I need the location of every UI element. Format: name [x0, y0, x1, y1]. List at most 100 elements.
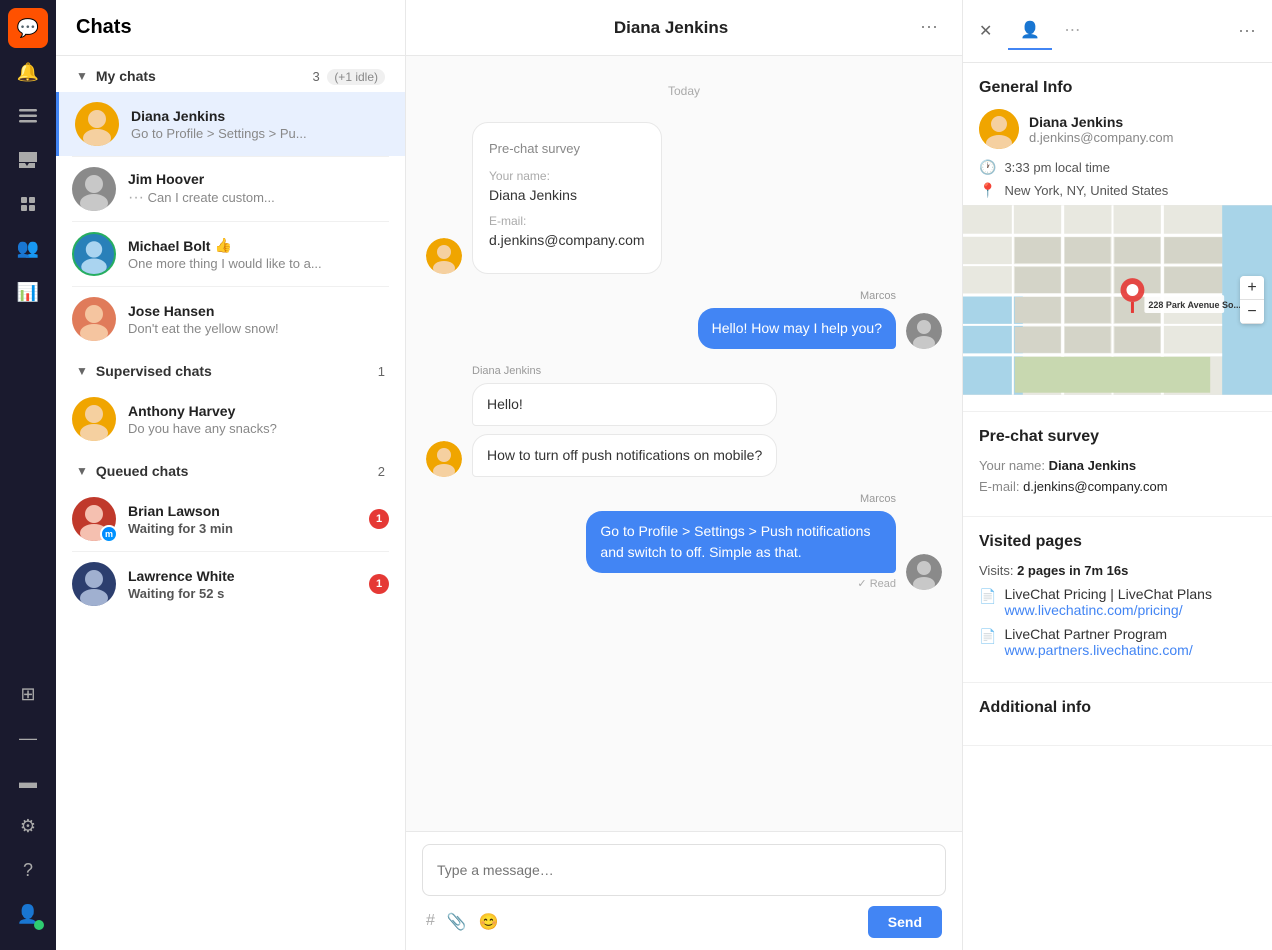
message-input-box — [422, 844, 946, 896]
emoji-icon[interactable]: 😊 — [479, 912, 499, 932]
rp-tab-more[interactable]: ⋯ — [1052, 12, 1092, 50]
chat-preview-diana: Go to Profile > Settings > Pu... — [131, 126, 389, 141]
avatar-brian-wrap: m — [72, 497, 116, 541]
survey-name-row: Your name: Diana Jenkins — [979, 458, 1256, 473]
msg-content-survey: Pre-chat survey Your name: Diana Jenkins… — [472, 122, 662, 274]
chat-name-jose: Jose Hansen — [128, 303, 389, 319]
additional-info-section: Additional info — [963, 683, 1272, 746]
input-icons: # 📎 😊 — [426, 912, 499, 932]
rp-user-info: Diana Jenkins d.jenkins@company.com — [1029, 114, 1173, 145]
nav-chats[interactable]: 💬 — [8, 8, 48, 48]
message-input[interactable] — [437, 862, 931, 878]
queued-chats-count: 2 — [378, 464, 385, 479]
msg-sender-marcos-1: Marcos — [698, 290, 896, 302]
msg-avatar-marcos-2 — [906, 554, 942, 590]
input-toolbar: # 📎 😊 Send — [422, 906, 946, 938]
read-receipt: ✓ Read — [586, 577, 896, 590]
chat-item-diana[interactable]: Diana Jenkins Go to Profile > Settings >… — [56, 92, 405, 156]
right-panel-close[interactable]: ✕ — [979, 21, 992, 41]
map-placeholder[interactable]: 228 Park Avenue So... + − — [963, 205, 1272, 395]
bubble-agent-1: Hello! How may I help you? — [698, 308, 896, 349]
chat-header-actions: ⋯ — [916, 13, 942, 42]
clock-icon: 🕐 — [979, 159, 996, 176]
general-info-title: General Info — [979, 79, 1256, 97]
chat-info-jose: Jose Hansen Don't eat the yellow snow! — [128, 303, 389, 336]
visited-page-2: 📄 LiveChat Partner Program www.partners.… — [979, 626, 1256, 658]
chat-header: Diana Jenkins ⋯ — [406, 0, 962, 56]
queued-chats-chevron: ▼ — [76, 464, 88, 478]
queued-chats-label: Queued chats — [96, 463, 370, 479]
chat-info-michael: Michael Bolt 👍 One more thing I would li… — [128, 237, 389, 271]
chat-info-anthony: Anthony Harvey Do you have any snacks? — [128, 403, 389, 436]
page-icon-1: 📄 — [979, 588, 996, 605]
map-zoom-controls: + − — [1240, 276, 1264, 324]
avatar-lawrence — [72, 562, 116, 606]
msg-avatar-diana-survey — [426, 238, 462, 274]
chat-preview-jim: ··· Can I create custom... — [128, 189, 389, 207]
msg-agent-1: Marcos Hello! How may I help you? — [426, 290, 942, 349]
nav-card[interactable]: ▬ — [8, 762, 48, 802]
chat-name-anthony: Anthony Harvey — [128, 403, 389, 419]
icon-bar: 💬 🔔 👥 📊 ⊞ — ▬ ⚙ — [0, 0, 56, 950]
chat-item-jose[interactable]: Jose Hansen Don't eat the yellow snow! — [56, 287, 405, 351]
nav-avatar[interactable]: 👤 — [8, 894, 48, 934]
chat-name-lawrence: Lawrence White — [128, 568, 357, 584]
msg-agent-2: Marcos Go to Profile > Settings > Push n… — [426, 493, 942, 590]
survey-email-label: E-mail: — [489, 212, 645, 230]
nav-list[interactable] — [8, 96, 48, 136]
msg-sender-diana-2: Diana Jenkins — [472, 365, 777, 377]
chat-item-brian[interactable]: m Brian Lawson Waiting for 3 min 1 — [56, 487, 405, 551]
nav-chart[interactable]: 📊 — [8, 272, 48, 312]
nav-settings[interactable]: ⚙ — [8, 806, 48, 846]
online-indicator — [34, 920, 44, 930]
chat-preview-anthony: Do you have any snacks? — [128, 421, 389, 436]
attachment-icon[interactable]: 📎 — [447, 912, 467, 932]
main-chat: Diana Jenkins ⋯ Today Pre-chat survey Yo… — [406, 0, 962, 950]
my-chats-section-header[interactable]: ▼ My chats 3 (+1 idle) — [56, 56, 405, 92]
rp-user-name: Diana Jenkins — [1029, 114, 1173, 130]
nav-people[interactable]: 👥 — [8, 228, 48, 268]
messenger-badge: m — [100, 525, 118, 543]
msg-survey: Pre-chat survey Your name: Diana Jenkins… — [426, 122, 942, 274]
visited-pages-title: Visited pages — [979, 533, 1256, 551]
chat-more-btn[interactable]: ⋯ — [916, 13, 942, 42]
send-button[interactable]: Send — [868, 906, 942, 938]
msg-avatar-marcos-1 — [906, 313, 942, 349]
nav-inbox[interactable] — [8, 140, 48, 180]
additional-info-title: Additional info — [979, 699, 1256, 717]
msg-customer-hello: Diana Jenkins Hello! How to turn off pus… — [426, 365, 942, 477]
chat-item-lawrence[interactable]: Lawrence White Waiting for 52 s 1 — [56, 552, 405, 616]
queued-chats-header[interactable]: ▼ Queued chats 2 — [56, 451, 405, 487]
avatar-anthony — [72, 397, 116, 441]
supervised-chats-header[interactable]: ▼ Supervised chats 1 — [56, 351, 405, 387]
chat-item-michael[interactable]: Michael Bolt 👍 One more thing I would li… — [56, 222, 405, 286]
nav-bell[interactable]: 🔔 — [8, 52, 48, 92]
rp-tab-person[interactable]: 👤 — [1008, 12, 1052, 50]
visited-page-url-2[interactable]: www.partners.livechatinc.com/ — [1004, 642, 1192, 658]
nav-grid[interactable]: ⊞ — [8, 674, 48, 714]
map-zoom-in[interactable]: + — [1240, 276, 1264, 300]
nav-tag[interactable] — [8, 184, 48, 224]
map-zoom-out[interactable]: − — [1240, 300, 1264, 324]
supervised-chats-label: Supervised chats — [96, 363, 370, 379]
chat-preview-brian: Waiting for 3 min — [128, 521, 357, 536]
chat-item-anthony[interactable]: Anthony Harvey Do you have any snacks? — [56, 387, 405, 451]
bubble-customer-notifs: How to turn off push notifications on mo… — [472, 434, 777, 477]
visited-page-title-2: LiveChat Partner Program — [1004, 626, 1192, 642]
chat-info-jim: Jim Hoover ··· Can I create custom... — [128, 171, 389, 207]
rp-time-row: 🕐 3:33 pm local time — [979, 159, 1256, 176]
nav-help[interactable]: ? — [8, 850, 48, 890]
rp-options-btn[interactable]: ⋯ — [1238, 21, 1256, 42]
visited-page-url-1[interactable]: www.livechatinc.com/pricing/ — [1004, 602, 1212, 618]
chat-item-jim[interactable]: Jim Hoover ··· Can I create custom... — [56, 157, 405, 221]
message-input-area: # 📎 😊 Send — [406, 831, 962, 950]
chat-name-jim: Jim Hoover — [128, 171, 389, 187]
location-icon: 📍 — [979, 182, 996, 199]
pre-chat-survey-section: Pre-chat survey Your name: Diana Jenkins… — [963, 412, 1272, 517]
hashtag-icon[interactable]: # — [426, 912, 435, 932]
chat-info-lawrence: Lawrence White Waiting for 52 s — [128, 568, 357, 601]
chat-preview-michael: One more thing I would like to a... — [128, 256, 389, 271]
survey-email-row: E-mail: d.jenkins@company.com — [979, 479, 1256, 494]
visits-summary: Visits: 2 pages in 7m 16s — [979, 563, 1256, 578]
visited-pages-section: Visited pages Visits: 2 pages in 7m 16s … — [963, 517, 1272, 683]
